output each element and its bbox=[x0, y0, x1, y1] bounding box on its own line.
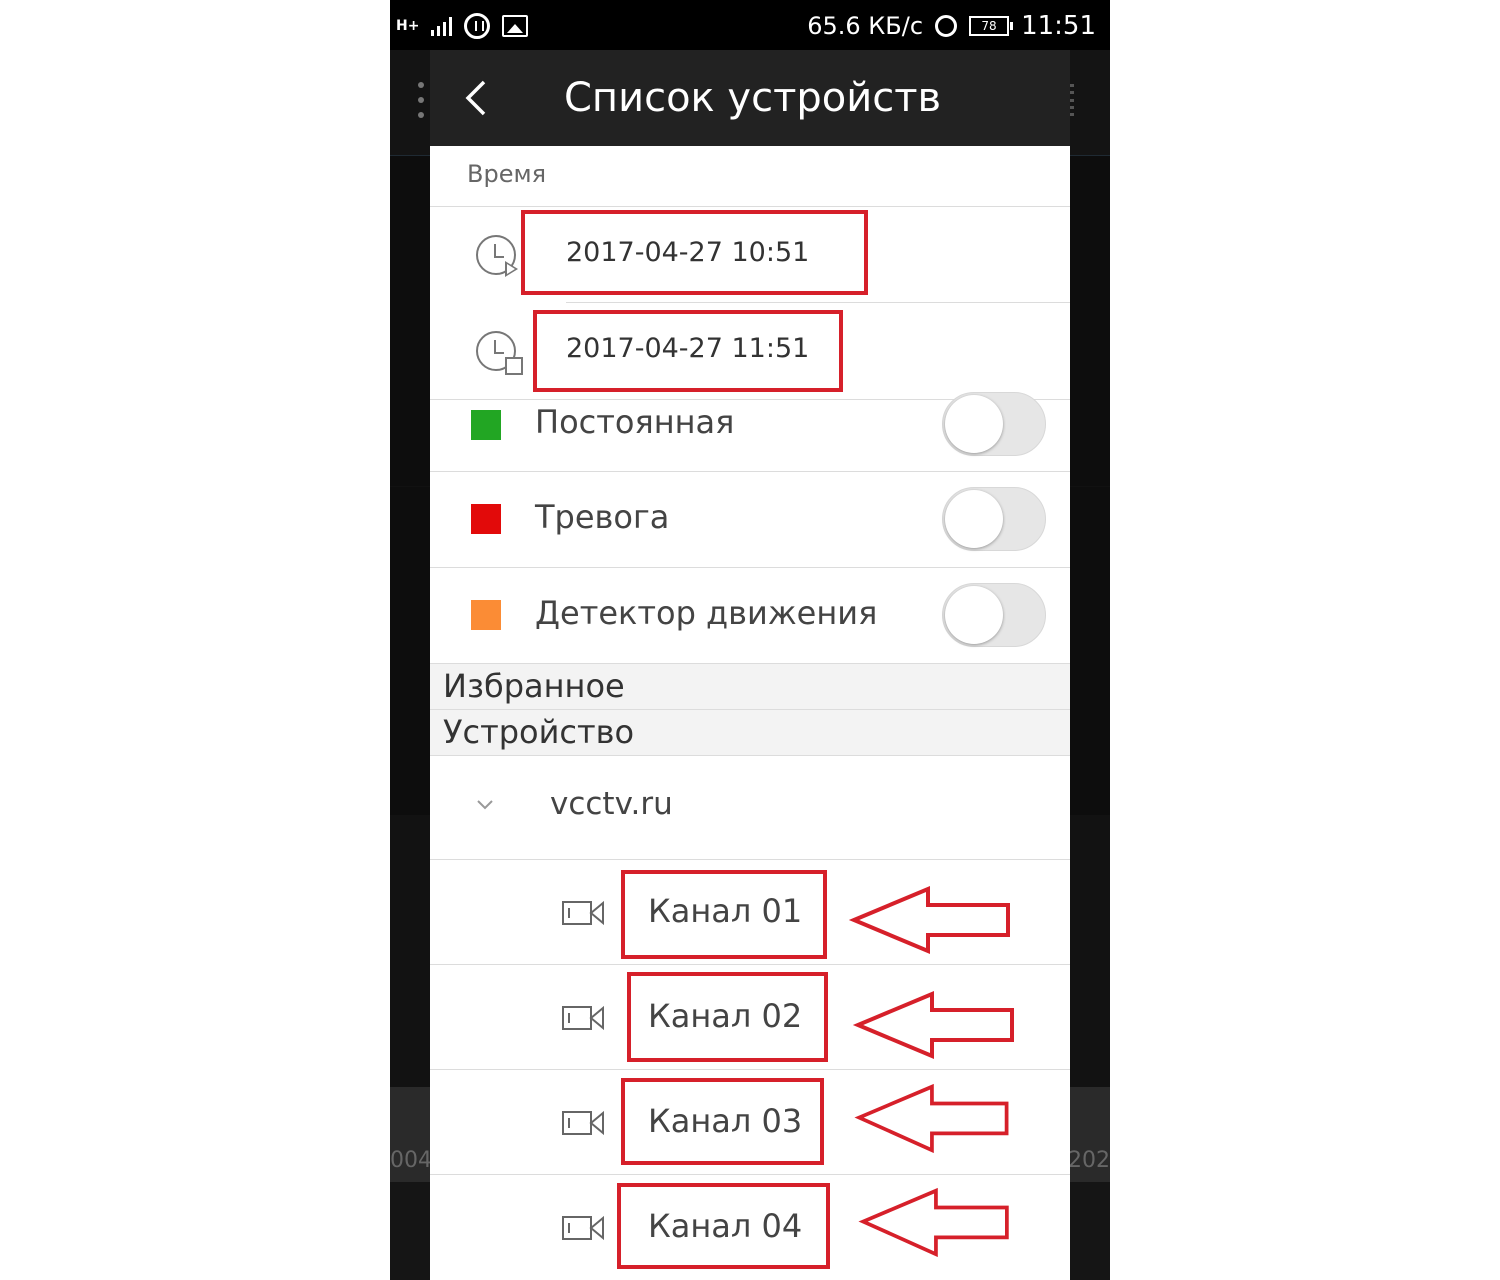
annotation-box-end-time bbox=[533, 310, 843, 392]
favorites-group[interactable]: Избранное bbox=[430, 663, 1070, 709]
network-type: H+ bbox=[396, 18, 420, 34]
chevron-down-icon[interactable] bbox=[476, 796, 494, 814]
status-time: 11:51 bbox=[1021, 11, 1096, 41]
annotation-box-channel-03 bbox=[621, 1078, 824, 1165]
video-camera-icon bbox=[562, 1215, 604, 1241]
motion-toggle[interactable] bbox=[942, 583, 1046, 647]
filter-label-constant: Постоянная bbox=[535, 403, 735, 441]
background-more-icon bbox=[418, 82, 424, 118]
alarm-color-swatch bbox=[471, 504, 501, 534]
clock-play-icon bbox=[476, 235, 518, 277]
alarm-app-icon bbox=[464, 13, 491, 39]
annotation-box-channel-01 bbox=[621, 870, 827, 959]
annotation-box-channel-02 bbox=[627, 972, 828, 1062]
video-camera-icon bbox=[562, 900, 604, 926]
favorites-label: Избранное bbox=[443, 667, 625, 705]
video-camera-icon bbox=[562, 1110, 604, 1136]
status-bar: H+ 65.6 КБ/с 78 11:51 bbox=[390, 0, 1110, 50]
filter-row-motion: Детектор движения bbox=[430, 567, 1070, 663]
annotation-arrow-icon bbox=[852, 990, 1014, 1060]
video-camera-icon bbox=[562, 1005, 604, 1031]
annotation-arrow-icon bbox=[858, 1187, 1009, 1257]
battery-icon: 78 bbox=[969, 16, 1014, 36]
device-name[interactable]: vcctv.ru bbox=[550, 786, 673, 822]
annotation-box-start-time bbox=[521, 210, 868, 295]
devices-group[interactable]: Устройство bbox=[430, 709, 1070, 756]
phone-screen: H+ 65.6 КБ/с 78 11:51 004 202 Список уст… bbox=[390, 0, 1110, 1280]
constant-toggle[interactable] bbox=[942, 392, 1046, 456]
motion-color-swatch bbox=[471, 600, 501, 630]
annotation-arrow-icon bbox=[848, 885, 1010, 955]
image-icon bbox=[502, 15, 529, 37]
device-list-panel: Список устройств Время 2017-04-27 10:51 … bbox=[430, 50, 1070, 1280]
data-speed: 65.6 КБ/с bbox=[807, 12, 924, 40]
filter-label-motion: Детектор движения bbox=[535, 594, 878, 632]
clock-stop-icon bbox=[476, 331, 523, 375]
alarm-toggle[interactable] bbox=[942, 487, 1046, 551]
filter-row-alarm: Тревога bbox=[430, 471, 1070, 567]
annotation-arrow-icon bbox=[854, 1083, 1009, 1153]
filter-label-alarm: Тревога bbox=[535, 498, 670, 536]
constant-color-swatch bbox=[471, 410, 501, 440]
signal-icon bbox=[431, 16, 453, 36]
alarm-clock-icon bbox=[935, 15, 958, 37]
annotation-box-channel-04 bbox=[617, 1183, 830, 1269]
header-bar: Список устройств bbox=[430, 50, 1070, 146]
battery-level: 78 bbox=[981, 19, 997, 33]
background-timeline-left: 004 bbox=[390, 1148, 432, 1173]
background-timeline-right: 202 bbox=[1068, 1148, 1110, 1173]
back-arrow-icon[interactable] bbox=[464, 80, 488, 116]
time-section-label: Время bbox=[467, 160, 547, 188]
devices-label: Устройство bbox=[443, 713, 635, 751]
page-title: Список устройств bbox=[564, 75, 942, 121]
